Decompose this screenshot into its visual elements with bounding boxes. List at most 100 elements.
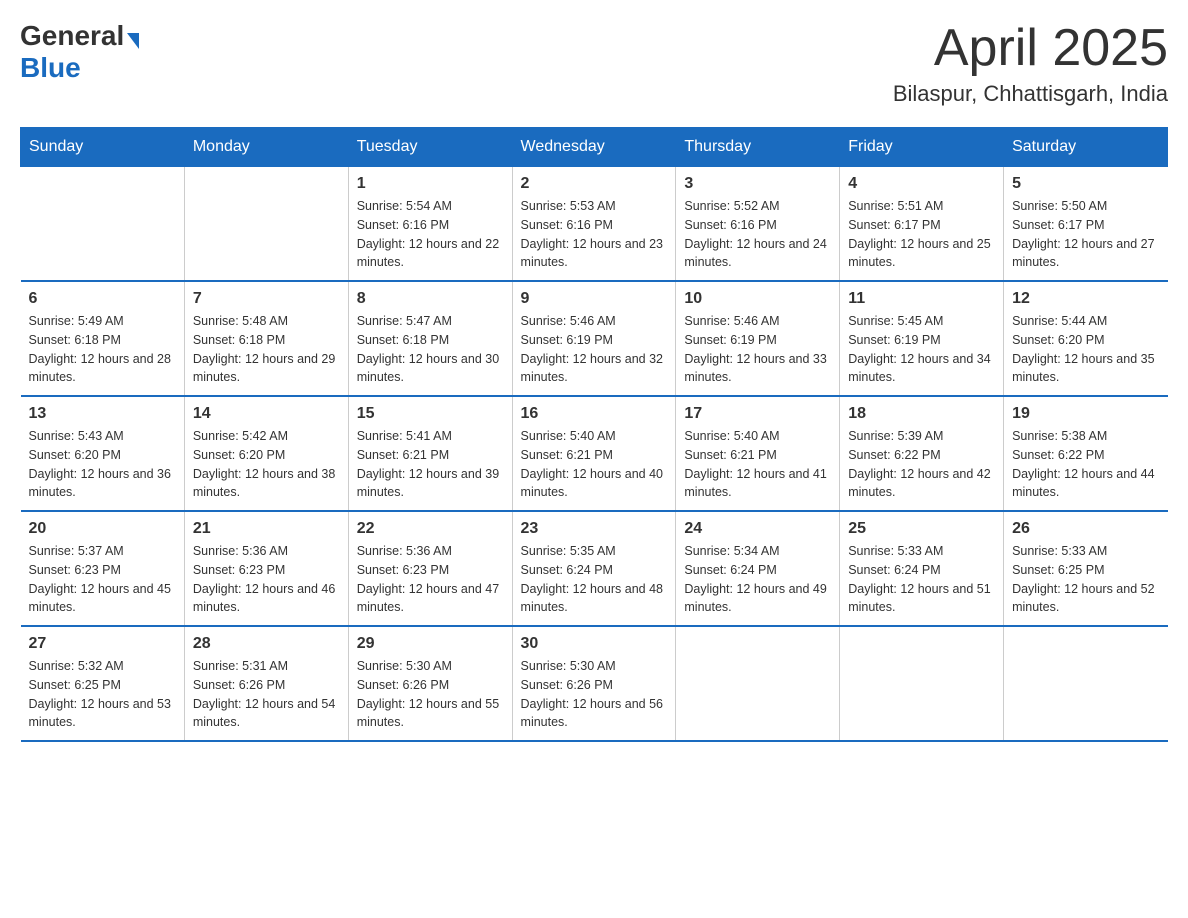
weekday-header-sunday: Sunday — [21, 128, 185, 167]
day-number: 25 — [848, 520, 995, 538]
day-number: 8 — [357, 290, 504, 308]
calendar-cell — [21, 167, 185, 282]
day-number: 10 — [684, 290, 831, 308]
calendar-cell: 4Sunrise: 5:51 AMSunset: 6:17 PMDaylight… — [840, 167, 1004, 282]
day-number: 1 — [357, 175, 504, 193]
day-number: 19 — [1012, 405, 1159, 423]
calendar-cell: 5 Sunrise: 5:50 AMSunset: 6:17 PMDaylight… — [1004, 167, 1168, 282]
calendar-week-row: 27Sunrise: 5:32 AMSunset: 6:25 PMDayligh… — [21, 626, 1168, 741]
day-number: 20 — [29, 520, 176, 538]
calendar-cell: 19Sunrise: 5:38 AMSunset: 6:22 PMDayligh… — [1004, 396, 1168, 511]
calendar-cell: 21 Sunrise: 5:36 AMSunset: 6:23 PMDayligh… — [184, 511, 348, 626]
day-number: 4 — [848, 175, 995, 193]
calendar-week-row: 6 Sunrise: 5:49 AMSunset: 6:18 PMDaylight… — [21, 281, 1168, 396]
day-info: Sunrise: 5:39 AMSunset: 6:22 PMDaylight:… — [848, 427, 995, 502]
day-info: Sunrise: 5:31 AMSunset: 6:26 PMDaylight:… — [193, 657, 340, 732]
day-info: Sunrise: 5:40 AMSunset: 6:21 PMDaylight:… — [684, 427, 831, 502]
calendar-cell: 16 Sunrise: 5:40 AMSunset: 6:21 PMDayligh… — [512, 396, 676, 511]
day-number: 13 — [29, 405, 176, 423]
day-info: Sunrise: 5:37 AMSunset: 6:23 PMDaylight:… — [29, 542, 176, 617]
calendar-cell: 15 Sunrise: 5:41 AMSunset: 6:21 PMDayligh… — [348, 396, 512, 511]
calendar-cell: 14Sunrise: 5:42 AMSunset: 6:20 PMDayligh… — [184, 396, 348, 511]
calendar-cell — [1004, 626, 1168, 741]
day-info: Sunrise: 5:46 AMSunset: 6:19 PMDaylight:… — [521, 312, 668, 387]
day-info: Sunrise: 5:40 AMSunset: 6:21 PMDaylight:… — [521, 427, 668, 502]
calendar-cell: 1 Sunrise: 5:54 AMSunset: 6:16 PMDaylight… — [348, 167, 512, 282]
calendar-cell: 13Sunrise: 5:43 AMSunset: 6:20 PMDayligh… — [21, 396, 185, 511]
calendar-cell: 28 Sunrise: 5:31 AMSunset: 6:26 PMDayligh… — [184, 626, 348, 741]
calendar-cell: 29 Sunrise: 5:30 AMSunset: 6:26 PMDayligh… — [348, 626, 512, 741]
logo-arrow-icon — [127, 33, 139, 49]
calendar-cell: 7 Sunrise: 5:48 AMSunset: 6:18 PMDaylight… — [184, 281, 348, 396]
day-info: Sunrise: 5:34 AMSunset: 6:24 PMDaylight:… — [684, 542, 831, 617]
day-info: Sunrise: 5:36 AMSunset: 6:23 PMDaylight:… — [357, 542, 504, 617]
weekday-header-monday: Monday — [184, 128, 348, 167]
day-number: 3 — [684, 175, 831, 193]
day-number: 6 — [29, 290, 176, 308]
calendar-cell: 22 Sunrise: 5:36 AMSunset: 6:23 PMDayligh… — [348, 511, 512, 626]
day-number: 16 — [521, 405, 668, 423]
month-title: April 2025 — [893, 20, 1168, 77]
day-info: Sunrise: 5:48 AMSunset: 6:18 PMDaylight:… — [193, 312, 340, 387]
day-number: 27 — [29, 635, 176, 653]
calendar-cell: 26 Sunrise: 5:33 AMSunset: 6:25 PMDayligh… — [1004, 511, 1168, 626]
calendar-cell: 12Sunrise: 5:44 AMSunset: 6:20 PMDayligh… — [1004, 281, 1168, 396]
calendar-cell: 2Sunrise: 5:53 AMSunset: 6:16 PMDaylight… — [512, 167, 676, 282]
day-number: 21 — [193, 520, 340, 538]
calendar-week-row: 13Sunrise: 5:43 AMSunset: 6:20 PMDayligh… — [21, 396, 1168, 511]
calendar-cell: 30Sunrise: 5:30 AMSunset: 6:26 PMDayligh… — [512, 626, 676, 741]
day-number: 2 — [521, 175, 668, 193]
day-number: 12 — [1012, 290, 1159, 308]
logo-general-text: General — [20, 20, 124, 52]
day-info: Sunrise: 5:33 AMSunset: 6:24 PMDaylight:… — [848, 542, 995, 617]
calendar-week-row: 1 Sunrise: 5:54 AMSunset: 6:16 PMDaylight… — [21, 167, 1168, 282]
day-number: 5 — [1012, 175, 1159, 193]
calendar-cell: 17 Sunrise: 5:40 AMSunset: 6:21 PMDayligh… — [676, 396, 840, 511]
day-info: Sunrise: 5:42 AMSunset: 6:20 PMDaylight:… — [193, 427, 340, 502]
day-info: Sunrise: 5:30 AMSunset: 6:26 PMDaylight:… — [521, 657, 668, 732]
location-title: Bilaspur, Chhattisgarh, India — [893, 81, 1168, 107]
day-info: Sunrise: 5:41 AMSunset: 6:21 PMDaylight:… — [357, 427, 504, 502]
calendar-cell: 27Sunrise: 5:32 AMSunset: 6:25 PMDayligh… — [21, 626, 185, 741]
day-number: 7 — [193, 290, 340, 308]
calendar-table: SundayMondayTuesdayWednesdayThursdayFrid… — [20, 127, 1168, 742]
day-info: Sunrise: 5:30 AMSunset: 6:26 PMDaylight:… — [357, 657, 504, 732]
day-number: 26 — [1012, 520, 1159, 538]
calendar-cell: 18 Sunrise: 5:39 AMSunset: 6:22 PMDayligh… — [840, 396, 1004, 511]
calendar-cell: 24 Sunrise: 5:34 AMSunset: 6:24 PMDayligh… — [676, 511, 840, 626]
day-number: 29 — [357, 635, 504, 653]
day-number: 18 — [848, 405, 995, 423]
day-number: 15 — [357, 405, 504, 423]
logo-blue-text: Blue — [20, 52, 81, 84]
day-info: Sunrise: 5:47 AMSunset: 6:18 PMDaylight:… — [357, 312, 504, 387]
calendar-cell: 20 Sunrise: 5:37 AMSunset: 6:23 PMDayligh… — [21, 511, 185, 626]
day-info: Sunrise: 5:50 AMSunset: 6:17 PMDaylight:… — [1012, 197, 1159, 272]
day-number: 24 — [684, 520, 831, 538]
calendar-cell: 9 Sunrise: 5:46 AMSunset: 6:19 PMDaylight… — [512, 281, 676, 396]
day-number: 28 — [193, 635, 340, 653]
day-info: Sunrise: 5:36 AMSunset: 6:23 PMDaylight:… — [193, 542, 340, 617]
day-number: 9 — [521, 290, 668, 308]
calendar-cell: 8 Sunrise: 5:47 AMSunset: 6:18 PMDaylight… — [348, 281, 512, 396]
day-number: 22 — [357, 520, 504, 538]
day-info: Sunrise: 5:35 AMSunset: 6:24 PMDaylight:… — [521, 542, 668, 617]
weekday-header-saturday: Saturday — [1004, 128, 1168, 167]
calendar-cell: 23 Sunrise: 5:35 AMSunset: 6:24 PMDayligh… — [512, 511, 676, 626]
weekday-header-thursday: Thursday — [676, 128, 840, 167]
weekday-header-wednesday: Wednesday — [512, 128, 676, 167]
calendar-cell — [676, 626, 840, 741]
day-info: Sunrise: 5:33 AMSunset: 6:25 PMDaylight:… — [1012, 542, 1159, 617]
weekday-header-friday: Friday — [840, 128, 1004, 167]
day-number: 23 — [521, 520, 668, 538]
calendar-cell — [184, 167, 348, 282]
logo: General Blue — [20, 20, 139, 84]
calendar-header-row: SundayMondayTuesdayWednesdayThursdayFrid… — [21, 128, 1168, 167]
day-info: Sunrise: 5:49 AMSunset: 6:18 PMDaylight:… — [29, 312, 176, 387]
weekday-header-tuesday: Tuesday — [348, 128, 512, 167]
page-header: General Blue April 2025 Bilaspur, Chhatt… — [20, 20, 1168, 107]
day-info: Sunrise: 5:54 AMSunset: 6:16 PMDaylight:… — [357, 197, 504, 272]
day-number: 17 — [684, 405, 831, 423]
day-info: Sunrise: 5:46 AMSunset: 6:19 PMDaylight:… — [684, 312, 831, 387]
title-area: April 2025 Bilaspur, Chhattisgarh, India — [893, 20, 1168, 107]
calendar-cell: 25 Sunrise: 5:33 AMSunset: 6:24 PMDayligh… — [840, 511, 1004, 626]
